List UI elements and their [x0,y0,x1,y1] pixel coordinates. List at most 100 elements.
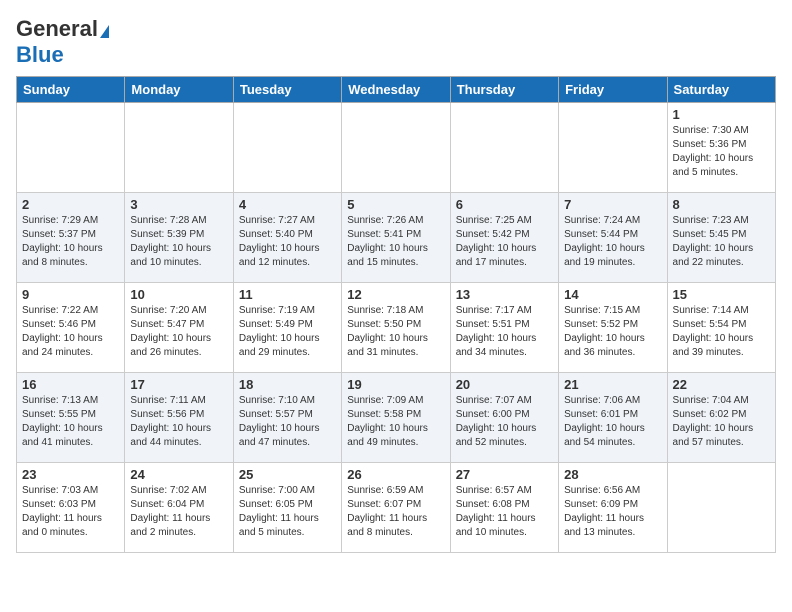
weekday-header-sunday: Sunday [17,77,125,103]
weekday-header-thursday: Thursday [450,77,558,103]
day-number: 8 [673,197,770,212]
calendar-cell: 19 Sunrise: 7:09 AM Sunset: 5:58 PM Dayli… [342,373,450,463]
day-info: Sunrise: 7:29 AM Sunset: 5:37 PM Dayligh… [22,214,119,270]
day-info: Sunrise: 6:56 AM Sunset: 6:09 PM Dayligh… [564,484,661,540]
day-number: 25 [239,467,336,482]
calendar-cell: 4Sunrise: 7:27 AM Sunset: 5:40 PM Daylig… [233,193,341,283]
day-info: Sunrise: 7:07 AM Sunset: 6:00 PM Dayligh… [456,394,553,450]
logo-general-text: General [16,16,98,41]
day-info: Sunrise: 7:14 AM Sunset: 5:54 PM Dayligh… [673,304,770,360]
calendar-week-row: 16 Sunrise: 7:13 AM Sunset: 5:55 PM Dayli… [17,373,776,463]
calendar-cell: 13 Sunrise: 7:17 AM Sunset: 5:51 PM Dayli… [450,283,558,373]
day-number: 7 [564,197,661,212]
calendar-cell [667,463,775,553]
day-info: Sunrise: 7:28 AM Sunset: 5:39 PM Dayligh… [130,214,227,270]
calendar-cell: 17 Sunrise: 7:11 AM Sunset: 5:56 PM Dayli… [125,373,233,463]
calendar-cell: 9 Sunrise: 7:22 AM Sunset: 5:46 PM Daylig… [17,283,125,373]
day-info: Sunrise: 7:22 AM Sunset: 5:46 PM Dayligh… [22,304,119,360]
day-number: 24 [130,467,227,482]
day-info: Sunrise: 7:00 AM Sunset: 6:05 PM Dayligh… [239,484,336,540]
logo: General Blue [16,16,109,68]
calendar-cell: 24 Sunrise: 7:02 AM Sunset: 6:04 PM Dayli… [125,463,233,553]
day-info: Sunrise: 7:24 AM Sunset: 5:44 PM Dayligh… [564,214,661,270]
calendar-cell [125,103,233,193]
day-number: 6 [456,197,553,212]
day-info: Sunrise: 7:13 AM Sunset: 5:55 PM Dayligh… [22,394,119,450]
day-number: 28 [564,467,661,482]
day-number: 27 [456,467,553,482]
day-number: 19 [347,377,444,392]
calendar-cell: 6 Sunrise: 7:25 AM Sunset: 5:42 PM Daylig… [450,193,558,283]
day-info: Sunrise: 7:23 AM Sunset: 5:45 PM Dayligh… [673,214,770,270]
day-info: Sunrise: 7:11 AM Sunset: 5:56 PM Dayligh… [130,394,227,450]
weekday-header-tuesday: Tuesday [233,77,341,103]
day-number: 5 [347,197,444,212]
weekday-header-friday: Friday [559,77,667,103]
day-info: Sunrise: 7:25 AM Sunset: 5:42 PM Dayligh… [456,214,553,270]
calendar-cell: 20 Sunrise: 7:07 AM Sunset: 6:00 PM Dayli… [450,373,558,463]
calendar-cell [17,103,125,193]
calendar-cell: 18 Sunrise: 7:10 AM Sunset: 5:57 PM Dayli… [233,373,341,463]
day-number: 16 [22,377,119,392]
calendar-cell: 22 Sunrise: 7:04 AM Sunset: 6:02 PM Dayli… [667,373,775,463]
day-info: Sunrise: 6:57 AM Sunset: 6:08 PM Dayligh… [456,484,553,540]
calendar-cell: 21Sunrise: 7:06 AM Sunset: 6:01 PM Dayli… [559,373,667,463]
day-number: 2 [22,197,119,212]
day-info: Sunrise: 7:02 AM Sunset: 6:04 PM Dayligh… [130,484,227,540]
calendar-cell [450,103,558,193]
weekday-header-monday: Monday [125,77,233,103]
day-info: Sunrise: 7:09 AM Sunset: 5:58 PM Dayligh… [347,394,444,450]
day-number: 3 [130,197,227,212]
day-number: 14 [564,287,661,302]
calendar-cell: 8 Sunrise: 7:23 AM Sunset: 5:45 PM Daylig… [667,193,775,283]
day-info: Sunrise: 7:19 AM Sunset: 5:49 PM Dayligh… [239,304,336,360]
day-number: 20 [456,377,553,392]
logo-blue-text: Blue [16,42,64,67]
day-info: Sunrise: 7:10 AM Sunset: 5:57 PM Dayligh… [239,394,336,450]
day-number: 11 [239,287,336,302]
calendar-cell: 1Sunrise: 7:30 AM Sunset: 5:36 PM Daylig… [667,103,775,193]
day-info: Sunrise: 7:20 AM Sunset: 5:47 PM Dayligh… [130,304,227,360]
day-info: Sunrise: 7:26 AM Sunset: 5:41 PM Dayligh… [347,214,444,270]
calendar-week-row: 2 Sunrise: 7:29 AM Sunset: 5:37 PM Daylig… [17,193,776,283]
calendar-cell: 15 Sunrise: 7:14 AM Sunset: 5:54 PM Dayli… [667,283,775,373]
calendar-week-row: 9 Sunrise: 7:22 AM Sunset: 5:46 PM Daylig… [17,283,776,373]
day-number: 9 [22,287,119,302]
day-number: 18 [239,377,336,392]
day-number: 15 [673,287,770,302]
calendar-week-row: 1Sunrise: 7:30 AM Sunset: 5:36 PM Daylig… [17,103,776,193]
day-info: Sunrise: 7:17 AM Sunset: 5:51 PM Dayligh… [456,304,553,360]
calendar-cell: 2 Sunrise: 7:29 AM Sunset: 5:37 PM Daylig… [17,193,125,283]
calendar-cell: 28 Sunrise: 6:56 AM Sunset: 6:09 PM Dayli… [559,463,667,553]
day-info: Sunrise: 7:03 AM Sunset: 6:03 PM Dayligh… [22,484,119,540]
calendar-cell: 14Sunrise: 7:15 AM Sunset: 5:52 PM Dayli… [559,283,667,373]
weekday-header-saturday: Saturday [667,77,775,103]
day-number: 17 [130,377,227,392]
calendar-cell: 26 Sunrise: 6:59 AM Sunset: 6:07 PM Dayli… [342,463,450,553]
day-number: 13 [456,287,553,302]
calendar-cell: 25 Sunrise: 7:00 AM Sunset: 6:05 PM Dayli… [233,463,341,553]
day-number: 22 [673,377,770,392]
calendar-cell: 11 Sunrise: 7:19 AM Sunset: 5:49 PM Dayli… [233,283,341,373]
calendar-cell: 23 Sunrise: 7:03 AM Sunset: 6:03 PM Dayli… [17,463,125,553]
calendar-cell: 12Sunrise: 7:18 AM Sunset: 5:50 PM Dayli… [342,283,450,373]
day-number: 26 [347,467,444,482]
calendar-cell [233,103,341,193]
page-header: General Blue [16,16,776,68]
calendar-cell: 10 Sunrise: 7:20 AM Sunset: 5:47 PM Dayli… [125,283,233,373]
calendar-cell: 16 Sunrise: 7:13 AM Sunset: 5:55 PM Dayli… [17,373,125,463]
logo-icon [100,25,109,38]
day-number: 10 [130,287,227,302]
day-info: Sunrise: 7:06 AM Sunset: 6:01 PM Dayligh… [564,394,661,450]
calendar-cell: 7 Sunrise: 7:24 AM Sunset: 5:44 PM Daylig… [559,193,667,283]
calendar-table: SundayMondayTuesdayWednesdayThursdayFrid… [16,76,776,553]
calendar-cell: 5 Sunrise: 7:26 AM Sunset: 5:41 PM Daylig… [342,193,450,283]
day-info: Sunrise: 7:04 AM Sunset: 6:02 PM Dayligh… [673,394,770,450]
day-number: 12 [347,287,444,302]
day-number: 23 [22,467,119,482]
weekday-header-wednesday: Wednesday [342,77,450,103]
day-info: Sunrise: 6:59 AM Sunset: 6:07 PM Dayligh… [347,484,444,540]
calendar-cell [559,103,667,193]
day-number: 1 [673,107,770,122]
day-info: Sunrise: 7:27 AM Sunset: 5:40 PM Dayligh… [239,214,336,270]
